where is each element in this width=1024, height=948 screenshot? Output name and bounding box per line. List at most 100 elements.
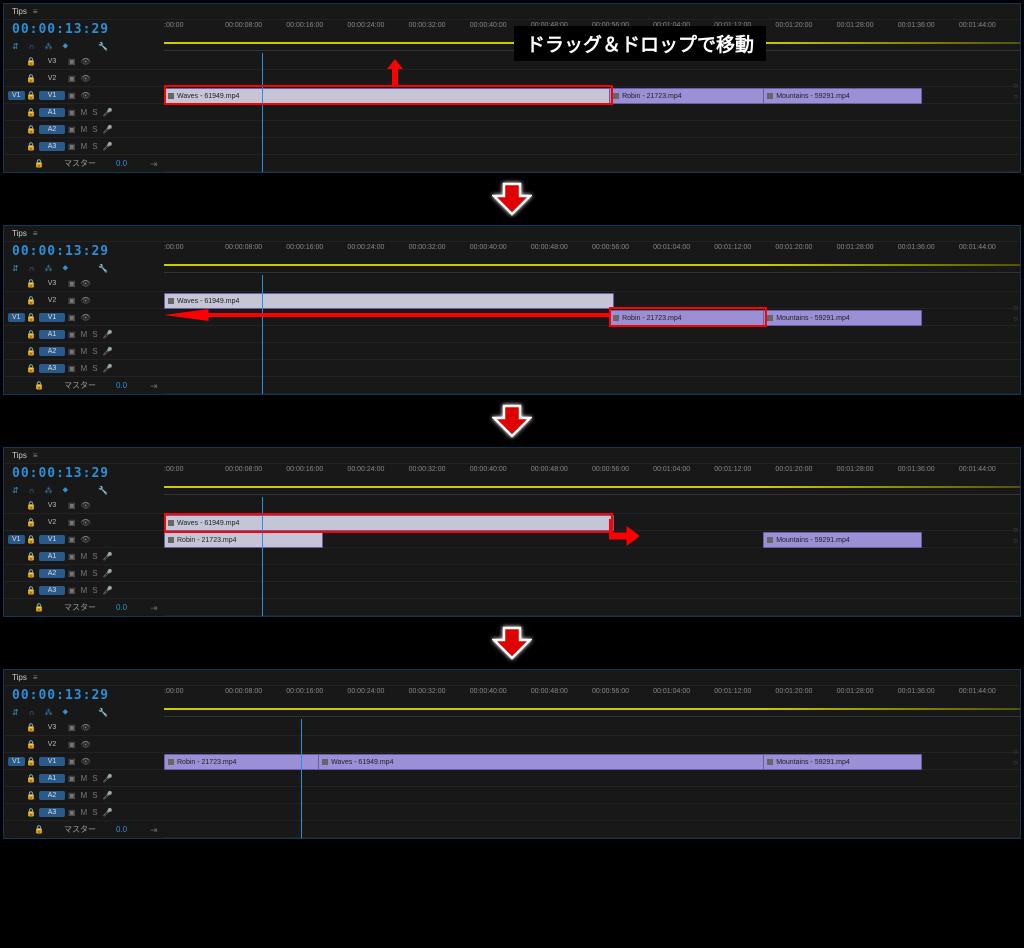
lock-icon[interactable]: 🔒: [26, 296, 36, 305]
settings-icon[interactable]: 🔧: [98, 264, 108, 273]
voice-icon[interactable]: 🎤: [103, 125, 113, 134]
track-header-a1[interactable]: 🔒A1▣MS🎤: [4, 326, 186, 343]
side-button[interactable]: ○: [1013, 758, 1018, 767]
lock-icon[interactable]: 🔒: [26, 142, 36, 151]
voice-icon[interactable]: 🎤: [103, 330, 113, 339]
panel-menu-icon[interactable]: ≡: [33, 229, 38, 238]
solo-icon[interactable]: S: [92, 569, 97, 578]
track-label[interactable]: V2: [39, 740, 65, 749]
toggle-output-icon[interactable]: ▣: [68, 347, 76, 356]
track-target-v1[interactable]: V1: [8, 535, 25, 544]
snap-icon[interactable]: ⇵: [12, 42, 19, 51]
master-track[interactable]: 🔒 マスター0.0: [4, 377, 164, 393]
voice-icon[interactable]: 🎤: [103, 364, 113, 373]
track-header-v1[interactable]: V1🔒V1▣👁: [4, 531, 186, 548]
track-row[interactable]: [164, 548, 1020, 565]
lock-icon[interactable]: 🔒: [26, 552, 36, 561]
toggle-visibility-icon[interactable]: 👁: [81, 74, 91, 83]
track-label[interactable]: V1: [39, 91, 65, 100]
track-label[interactable]: A1: [39, 330, 65, 339]
solo-icon[interactable]: S: [92, 552, 97, 561]
expand-icon[interactable]: ⇥: [150, 381, 158, 392]
solo-icon[interactable]: S: [92, 586, 97, 595]
toggle-output-icon[interactable]: ▣: [68, 330, 76, 339]
track-header-a2[interactable]: 🔒A2▣MS🎤: [4, 121, 186, 138]
track-row[interactable]: [164, 377, 1020, 394]
voice-icon[interactable]: 🎤: [103, 347, 113, 356]
track-header-v1[interactable]: V1🔒V1▣👁: [4, 309, 186, 326]
toggle-output-icon[interactable]: ▣: [68, 518, 76, 527]
clip-robin[interactable]: Robin - 21723.mp4: [609, 310, 768, 326]
clip-mount[interactable]: Mountains - 59291.mp4: [763, 88, 922, 104]
sequence-tab[interactable]: Tips: [12, 451, 27, 460]
timeline-tracks[interactable]: Waves - 61949.mp4Robin - 21723.mp4Mounta…: [164, 497, 1020, 616]
playhead[interactable]: [262, 497, 263, 616]
track-target-v1[interactable]: V1: [8, 757, 25, 766]
timecode[interactable]: 00:00:13:29: [12, 22, 109, 37]
track-row[interactable]: [164, 565, 1020, 582]
lock-icon[interactable]: 🔒: [26, 586, 36, 595]
settings-icon[interactable]: 🔧: [98, 42, 108, 51]
track-header-a3[interactable]: 🔒A3▣MS🎤: [4, 138, 186, 155]
toggle-output-icon[interactable]: ▣: [68, 296, 76, 305]
voice-icon[interactable]: 🎤: [103, 552, 113, 561]
track-row[interactable]: Robin - 21723.mp4Mountains - 59291.mp4: [164, 531, 1020, 548]
toggle-output-icon[interactable]: ▣: [68, 279, 76, 288]
track-header-a3[interactable]: 🔒A3▣MS🎤: [4, 582, 186, 599]
track-label[interactable]: A3: [39, 364, 65, 373]
track-row[interactable]: [164, 70, 1020, 87]
voice-icon[interactable]: 🎤: [103, 569, 113, 578]
lock-icon[interactable]: 🔒: [26, 723, 36, 732]
playhead[interactable]: [262, 275, 263, 394]
track-row[interactable]: [164, 787, 1020, 804]
solo-icon[interactable]: S: [92, 125, 97, 134]
timecode[interactable]: 00:00:13:29: [12, 244, 109, 259]
track-label[interactable]: V1: [39, 757, 65, 766]
clip-robin[interactable]: Robin - 21723.mp4: [164, 532, 323, 548]
track-row[interactable]: [164, 155, 1020, 172]
snap-icon[interactable]: ⇵: [12, 708, 19, 717]
solo-icon[interactable]: S: [92, 364, 97, 373]
toggle-output-icon[interactable]: ▣: [68, 535, 76, 544]
toggle-output-icon[interactable]: ▣: [68, 501, 76, 510]
side-button[interactable]: ○: [1013, 314, 1018, 323]
lock-icon[interactable]: 🔒: [26, 774, 36, 783]
expand-icon[interactable]: ⇥: [150, 603, 158, 614]
track-label[interactable]: V3: [39, 501, 65, 510]
track-row[interactable]: [164, 326, 1020, 343]
toggle-output-icon[interactable]: ▣: [68, 313, 76, 322]
toggle-visibility-icon[interactable]: 👁: [81, 723, 91, 732]
track-header-a3[interactable]: 🔒A3▣MS🎤: [4, 360, 186, 377]
master-track[interactable]: 🔒 マスター0.0: [4, 821, 164, 837]
track-row[interactable]: [164, 804, 1020, 821]
track-label[interactable]: A1: [39, 552, 65, 561]
mute-icon[interactable]: M: [81, 364, 88, 373]
track-row[interactable]: [164, 275, 1020, 292]
lock-icon[interactable]: 🔒: [26, 125, 36, 134]
panel-menu-icon[interactable]: ≡: [33, 451, 38, 460]
track-row[interactable]: [164, 599, 1020, 616]
toggle-output-icon[interactable]: ▣: [68, 723, 76, 732]
clip-waves[interactable]: Waves - 61949.mp4: [318, 754, 768, 770]
panel-menu-icon[interactable]: ≡: [33, 673, 38, 682]
linked-selection-icon[interactable]: ⁂: [44, 42, 52, 51]
track-label[interactable]: V3: [39, 723, 65, 732]
lock-icon[interactable]: 🔒: [26, 313, 36, 322]
track-label[interactable]: A3: [39, 586, 65, 595]
mute-icon[interactable]: M: [81, 108, 88, 117]
track-row[interactable]: Waves - 61949.mp4: [164, 292, 1020, 309]
time-ruler[interactable]: :00:0000:00:08:0000:00:16:0000:00:24:000…: [164, 242, 1020, 273]
magnet-icon[interactable]: ∩: [29, 486, 35, 495]
track-label[interactable]: A1: [39, 108, 65, 117]
side-button[interactable]: ○: [1013, 303, 1018, 312]
track-header-a1[interactable]: 🔒A1▣MS🎤: [4, 548, 186, 565]
toggle-output-icon[interactable]: ▣: [68, 569, 76, 578]
track-row[interactable]: [164, 497, 1020, 514]
toggle-output-icon[interactable]: ▣: [68, 364, 76, 373]
mute-icon[interactable]: M: [81, 808, 88, 817]
track-row[interactable]: [164, 821, 1020, 838]
toggle-visibility-icon[interactable]: 👁: [81, 91, 91, 100]
timeline-tracks[interactable]: Waves - 61949.mp4Robin - 21723.mp4Mounta…: [164, 275, 1020, 394]
lock-icon[interactable]: 🔒: [26, 347, 36, 356]
toggle-visibility-icon[interactable]: 👁: [81, 501, 91, 510]
